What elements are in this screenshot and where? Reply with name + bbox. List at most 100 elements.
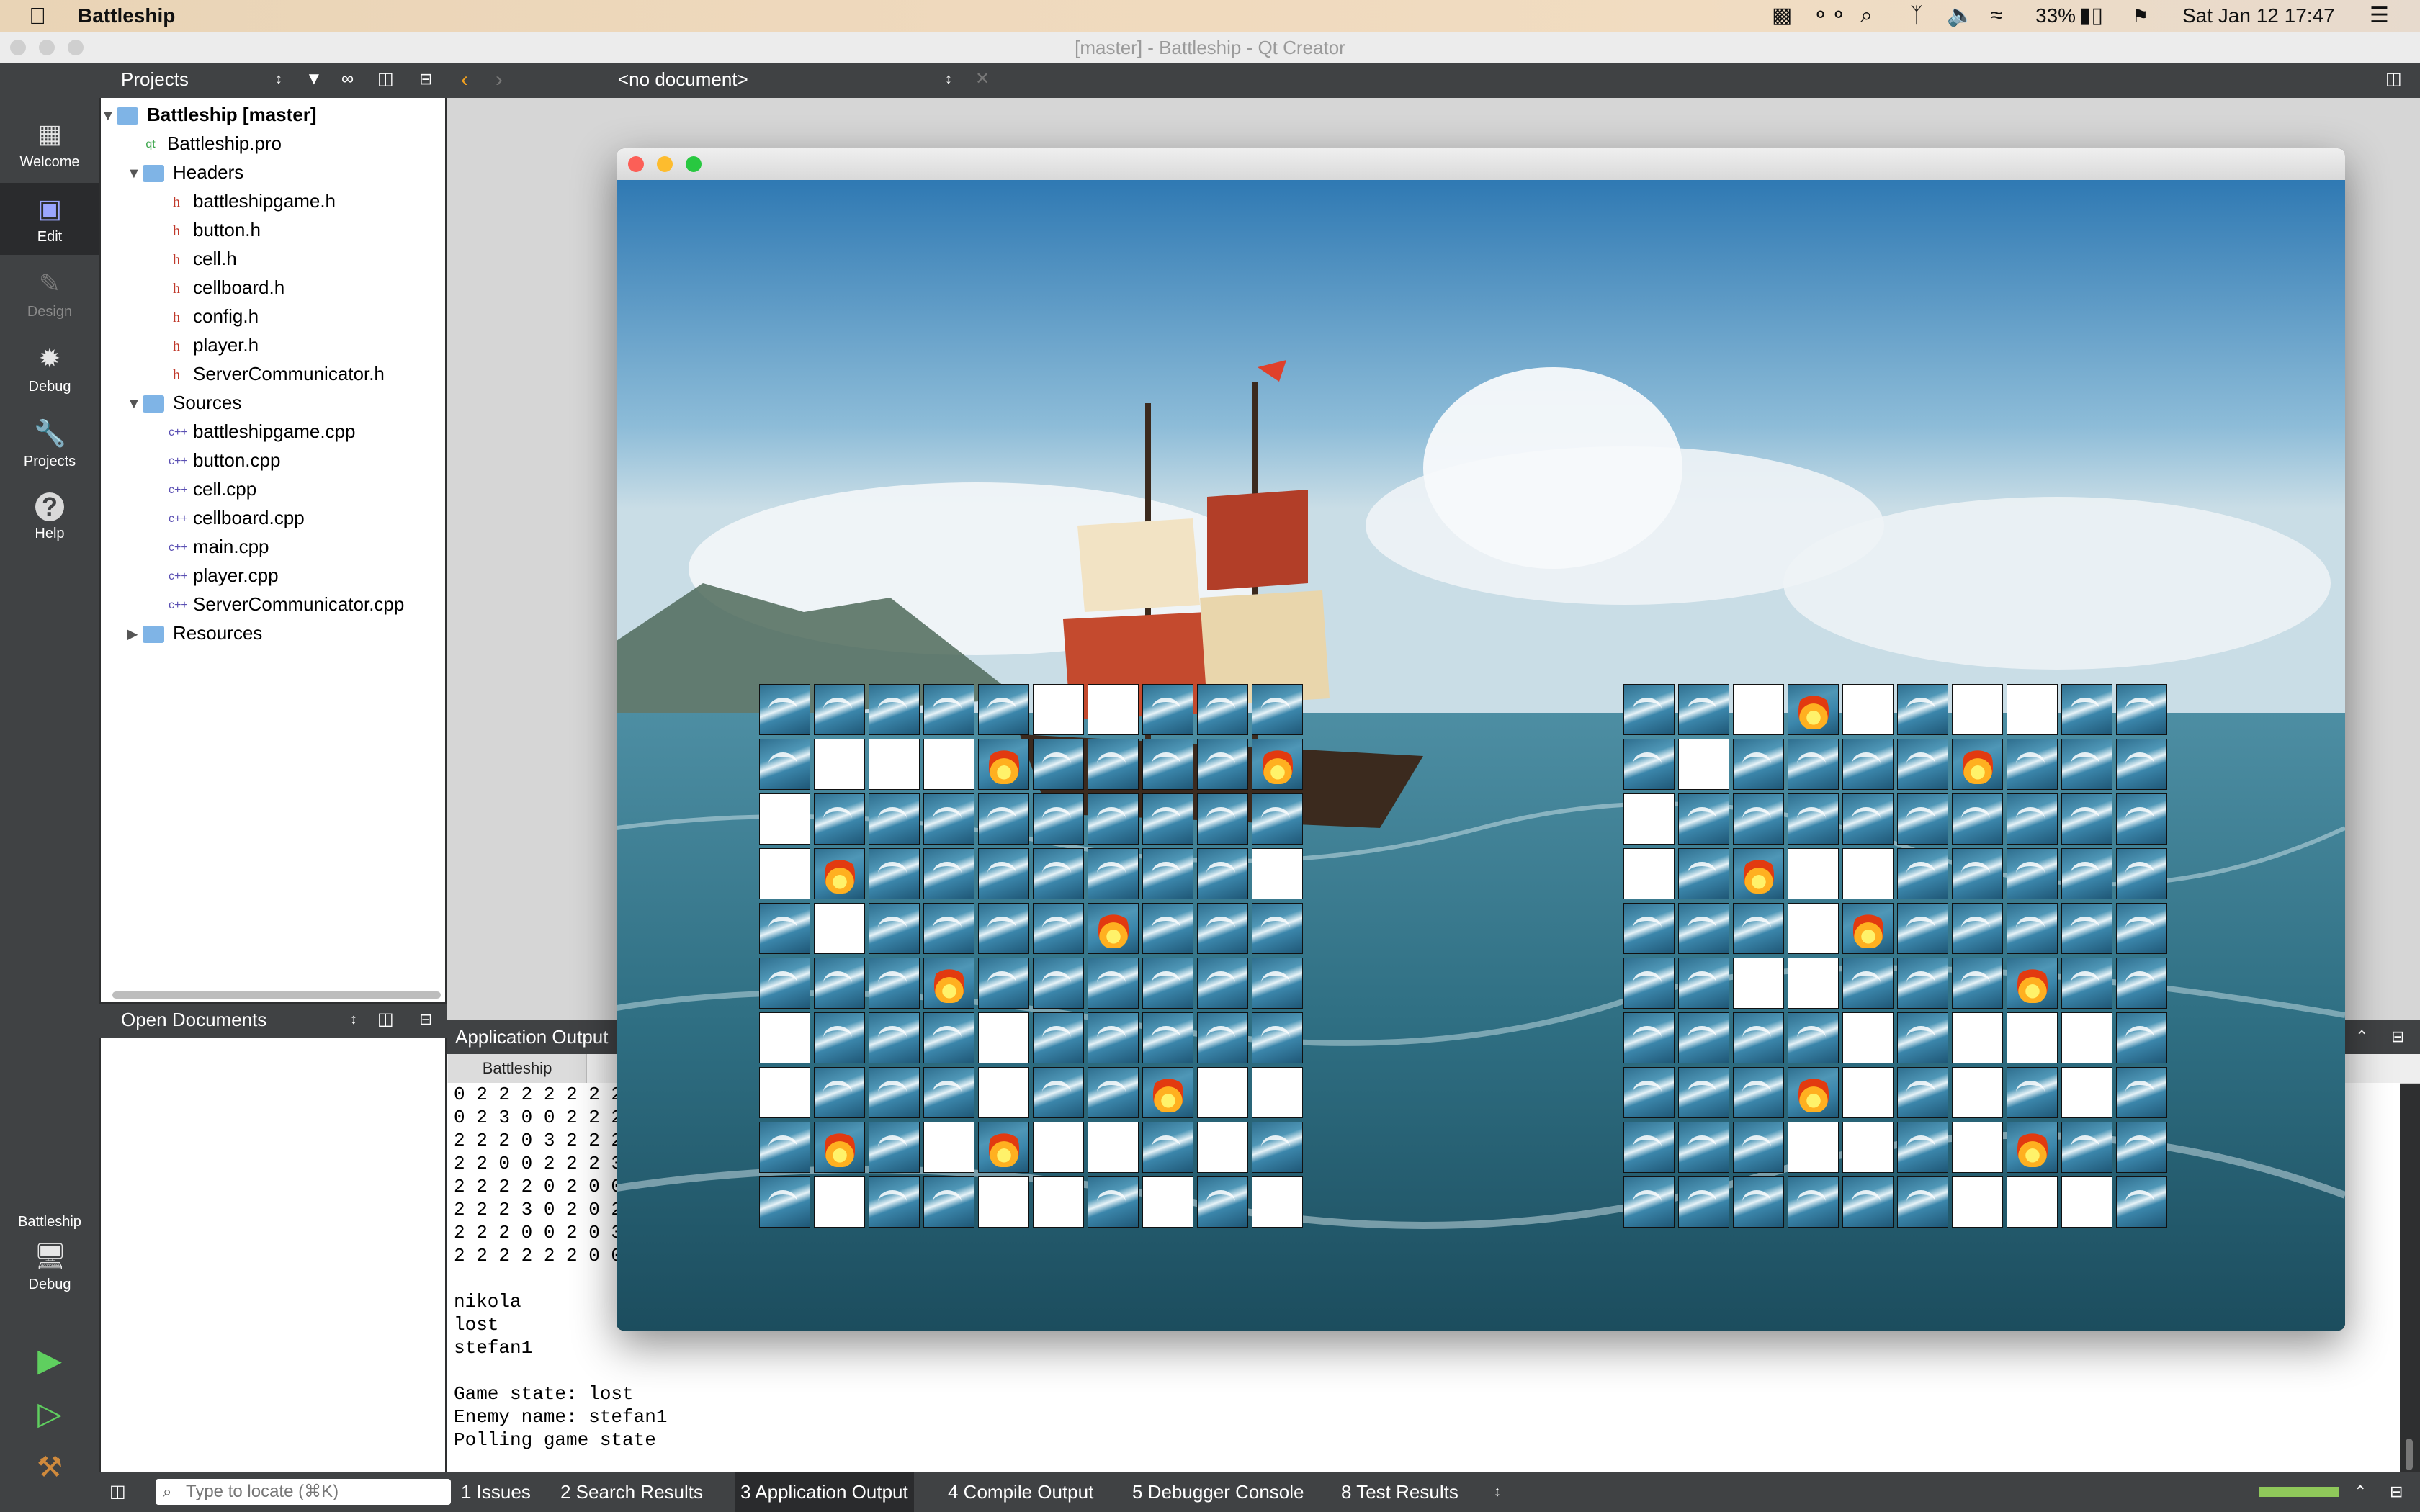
tree-item[interactable]: h battleshipgame.h [153, 187, 336, 215]
tree-item[interactable]: c++ cellboard.cpp [153, 504, 305, 531]
board-cell-water[interactable] [1088, 684, 1139, 735]
debug-run-button[interactable]: ▷ [0, 1388, 99, 1439]
wave-cell[interactable] [1142, 903, 1193, 954]
wave-cell[interactable] [1678, 793, 1729, 845]
board-cell-fire[interactable] [1142, 1067, 1193, 1118]
wave-cell[interactable] [1678, 1122, 1729, 1173]
tree-item[interactable]: ▶ Resources [127, 619, 262, 647]
locate-field[interactable]: ⌕ Type to locate (⌘K) [156, 1479, 451, 1505]
updown-icon[interactable]: ↕ [945, 63, 952, 95]
wave-cell[interactable] [1088, 739, 1139, 790]
tab-compile-output[interactable]: 4 Compile Output [948, 1472, 1093, 1512]
updown-icon[interactable]: ↕ [275, 63, 282, 95]
wave-cell[interactable] [869, 1122, 920, 1173]
close-pane-icon[interactable]: ⊟ [2390, 1472, 2403, 1512]
wave-cell[interactable] [978, 793, 1029, 845]
board-cell-water[interactable] [1197, 1122, 1248, 1173]
wave-cell[interactable] [1142, 684, 1193, 735]
board-cell-water[interactable] [1197, 1067, 1248, 1118]
run-button[interactable]: ▶ [0, 1335, 99, 1385]
battery-percent[interactable]: 33% [2035, 0, 2076, 32]
wave-cell[interactable] [1678, 848, 1729, 899]
board-cell-fire[interactable] [2007, 958, 2058, 1009]
wave-cell[interactable] [1197, 684, 1248, 735]
wave-cell[interactable] [923, 1176, 974, 1228]
wave-cell[interactable] [978, 684, 1029, 735]
board-cell-water[interactable] [1952, 1122, 2003, 1173]
wave-cell[interactable] [1033, 958, 1084, 1009]
wave-cell[interactable] [759, 1122, 810, 1173]
board-cell-water[interactable] [1623, 848, 1675, 899]
open-documents-title[interactable]: Open Documents [121, 1004, 266, 1035]
board-cell-fire[interactable] [814, 1122, 865, 1173]
wave-cell[interactable] [2116, 903, 2167, 954]
mode-design[interactable]: ✎ Design [0, 258, 99, 330]
wave-cell[interactable] [1197, 1012, 1248, 1063]
split-icon[interactable]: ◫ [2385, 63, 2402, 95]
wave-cell[interactable] [1033, 1012, 1084, 1063]
wave-cell[interactable] [1197, 848, 1248, 899]
wave-cell[interactable] [1678, 1067, 1729, 1118]
board-cell-water[interactable] [869, 739, 920, 790]
filter-icon[interactable]: ▼ [305, 63, 323, 95]
split-icon[interactable]: ◫ [377, 63, 394, 95]
wave-cell[interactable] [1088, 1067, 1139, 1118]
wave-cell[interactable] [869, 1176, 920, 1228]
board-cell-water[interactable] [1623, 793, 1675, 845]
board-cell-water[interactable] [1678, 739, 1729, 790]
board-cell-water[interactable] [759, 848, 810, 899]
glasses-icon[interactable]: ⚬⚬ [1811, 0, 1847, 32]
wave-cell[interactable] [1252, 1012, 1303, 1063]
wave-cell[interactable] [1623, 958, 1675, 1009]
board-cell-water[interactable] [1033, 1176, 1084, 1228]
tree-item[interactable]: c++ player.cpp [153, 562, 279, 589]
wave-cell[interactable] [1252, 958, 1303, 1009]
tree-item[interactable]: h button.h [153, 216, 261, 243]
wave-cell[interactable] [2116, 793, 2167, 845]
output-tab-battleship[interactable]: Battleship [448, 1054, 587, 1083]
wave-cell[interactable] [1088, 958, 1139, 1009]
wave-cell[interactable] [1197, 958, 1248, 1009]
wave-cell[interactable] [978, 958, 1029, 1009]
dropbox-icon[interactable]: ▩ [1772, 0, 1792, 32]
board-cell-water[interactable] [1842, 1012, 1894, 1063]
wave-cell[interactable] [1788, 1176, 1839, 1228]
wave-cell[interactable] [1733, 1176, 1784, 1228]
wave-cell[interactable] [1033, 793, 1084, 845]
wave-cell[interactable] [1623, 903, 1675, 954]
board-cell-water[interactable] [1252, 1067, 1303, 1118]
board-cell-fire[interactable] [978, 1122, 1029, 1173]
wave-cell[interactable] [2007, 793, 2058, 845]
wave-cell[interactable] [1033, 903, 1084, 954]
wave-cell[interactable] [1252, 903, 1303, 954]
document-selector[interactable]: <no document> [618, 63, 748, 95]
board-cell-water[interactable] [1952, 1067, 2003, 1118]
kit-selector[interactable]: Battleship 🖥 Debug [0, 1208, 99, 1323]
board-cell-water[interactable] [1142, 1176, 1193, 1228]
wave-cell[interactable] [1897, 739, 1948, 790]
wave-cell[interactable] [1897, 848, 1948, 899]
wave-cell[interactable] [1623, 1176, 1675, 1228]
wave-cell[interactable] [1197, 793, 1248, 845]
wave-cell[interactable] [1088, 1176, 1139, 1228]
build-button[interactable]: ⚒ [0, 1441, 99, 1492]
board-cell-water[interactable] [2007, 1012, 2058, 1063]
board-cell-water[interactable] [1788, 903, 1839, 954]
wave-cell[interactable] [869, 684, 920, 735]
wave-cell[interactable] [869, 793, 920, 845]
wave-cell[interactable] [814, 1067, 865, 1118]
wave-cell[interactable] [923, 848, 974, 899]
wave-cell[interactable] [759, 958, 810, 1009]
board-cell-water[interactable] [814, 903, 865, 954]
wave-cell[interactable] [1252, 1122, 1303, 1173]
board-cell-water[interactable] [1033, 684, 1084, 735]
wave-cell[interactable] [1197, 739, 1248, 790]
game-close-button[interactable] [628, 156, 644, 172]
wifi-icon[interactable]: ≈ [1991, 0, 2002, 32]
wave-cell[interactable] [814, 793, 865, 845]
wave-cell[interactable] [1897, 903, 1948, 954]
search-icon[interactable]: ⌕ [1860, 0, 1873, 32]
tree-item[interactable]: h config.h [153, 302, 259, 330]
wave-cell[interactable] [759, 903, 810, 954]
wave-cell[interactable] [2061, 739, 2112, 790]
